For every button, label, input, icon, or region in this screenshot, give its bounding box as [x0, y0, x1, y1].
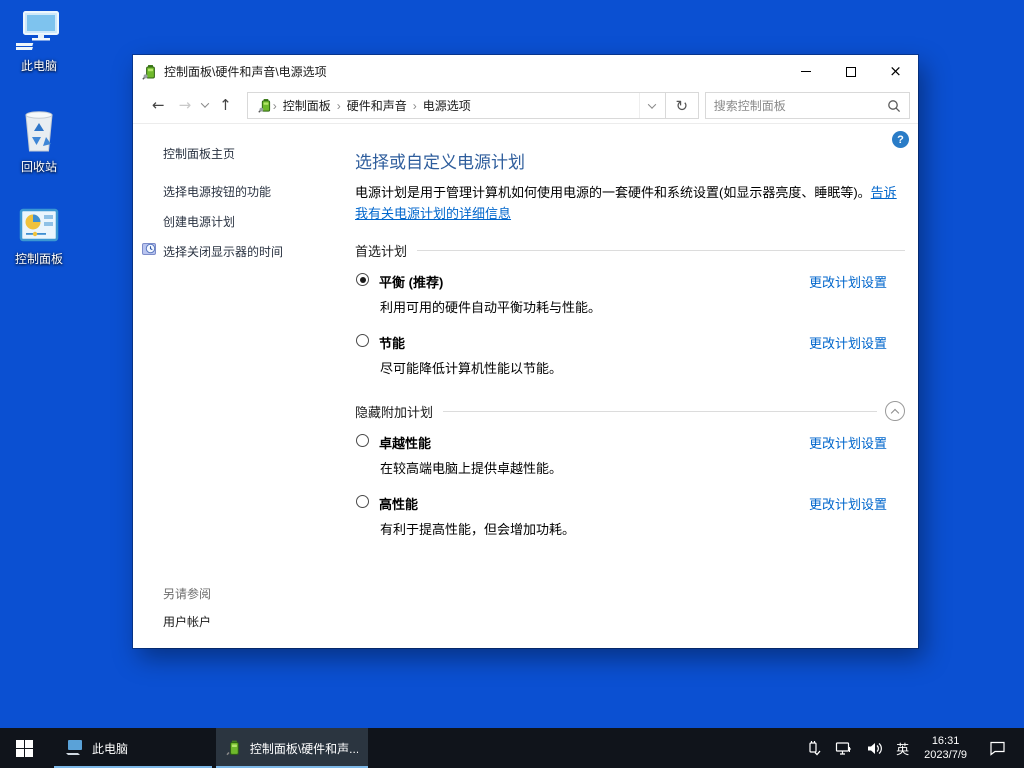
page-description: 电源计划是用于管理计算机如何使用电源的一套硬件和系统设置(如显示器亮度、睡眠等)…	[355, 182, 905, 224]
desktop-icon-label: 控制面板	[14, 252, 63, 266]
plan-row-ultimate-performance: 卓越性能 更改计划设置	[355, 433, 905, 452]
usb-device-icon[interactable]	[806, 740, 821, 756]
close-icon: ×	[889, 62, 902, 80]
plan-name[interactable]: 卓越性能	[379, 433, 431, 452]
power-options-icon	[226, 740, 239, 756]
control-panel-window: 控制面板\硬件和声音\电源选项 × ← → ↑ › 控制面板 › 硬件和声音 ›…	[133, 55, 918, 648]
description-text: 电源计划是用于管理计算机如何使用电源的一套硬件和系统设置(如显示器亮度、睡眠等)…	[355, 185, 871, 200]
power-options-icon	[142, 64, 155, 80]
ime-language-indicator[interactable]: 英	[896, 739, 909, 758]
network-icon[interactable]	[835, 741, 852, 756]
change-plan-settings-link[interactable]: 更改计划设置	[809, 494, 887, 513]
radio-power-saver[interactable]	[356, 334, 369, 347]
plan-description: 尽可能降低计算机性能以节能。	[380, 361, 563, 376]
up-button[interactable]: ↑	[212, 98, 239, 113]
plan-description: 有利于提高性能，但会增加功耗。	[380, 522, 576, 537]
section-divider	[443, 410, 877, 412]
chevron-down-icon	[647, 99, 657, 109]
navigation-bar: ← → ↑ › 控制面板 › 硬件和声音 › 电源选项 ↻	[133, 88, 918, 124]
section-divider	[417, 250, 905, 251]
window-title: 控制面板\硬件和声音\电源选项	[164, 65, 327, 79]
plan-name[interactable]: 平衡 (推荐)	[379, 272, 443, 291]
plan-description: 利用可用的硬件自动平衡功耗与性能。	[380, 300, 602, 315]
history-dropdown-icon[interactable]	[198, 98, 212, 111]
plan-row-balanced: 平衡 (推荐) 更改计划设置	[355, 272, 905, 291]
control-panel-icon	[19, 208, 59, 242]
desktop-icon-control-panel[interactable]: 控制面板	[1, 203, 77, 267]
power-options-icon	[258, 98, 270, 113]
desktop-icon-label: 回收站	[20, 160, 57, 174]
see-also-header: 另请参阅	[163, 587, 212, 601]
plan-name[interactable]: 节能	[379, 333, 405, 352]
change-plan-settings-link[interactable]: 更改计划设置	[809, 433, 887, 452]
collapse-section-button[interactable]	[885, 401, 905, 421]
sidebar: 控制面板主页 选择电源按钮的功能 创建电源计划 选择关闭显示器的时间 另请参阅 …	[133, 124, 355, 648]
section-label: 首选计划	[355, 244, 408, 259]
sidebar-item-power-buttons[interactable]: 选择电源按钮的功能	[163, 183, 355, 200]
clock-time: 16:31	[931, 735, 960, 747]
section-hidden-plans: 隐藏附加计划	[355, 401, 905, 421]
taskbar-task-control-panel[interactable]: 控制面板\硬件和声...	[216, 728, 368, 768]
change-plan-settings-link[interactable]: 更改计划设置	[809, 333, 887, 352]
main-pane: 选择或自定义电源计划 电源计划是用于管理计算机如何使用电源的一套硬件和系统设置(…	[355, 124, 905, 538]
task-label: 控制面板\硬件和声...	[249, 741, 358, 756]
maximize-icon	[845, 66, 856, 77]
radio-ultimate-performance[interactable]	[356, 434, 369, 447]
plan-row-power-saver: 节能 更改计划设置	[355, 333, 905, 352]
section-label: 隐藏附加计划	[355, 404, 434, 420]
sidebar-item-display-off-time[interactable]: 选择关闭显示器的时间	[142, 243, 355, 260]
see-also-section: 另请参阅 用户帐户	[163, 585, 211, 630]
this-pc-icon	[66, 740, 82, 755]
plan-name[interactable]: 高性能	[379, 494, 418, 513]
taskbar-clock[interactable]: 16:31 2023/7/9	[924, 734, 967, 762]
sidebar-item-label: 选择关闭显示器的时间	[163, 245, 284, 259]
maximize-button[interactable]	[828, 55, 873, 88]
window-content: ? 控制面板主页 选择电源按钮的功能 创建电源计划 选择关闭显示器的时间 另请参…	[133, 124, 918, 648]
plan-row-high-performance: 高性能 更改计划设置	[355, 494, 905, 513]
back-button[interactable]: ←	[145, 98, 172, 113]
page-title: 选择或自定义电源计划	[355, 153, 525, 172]
search-input[interactable]	[705, 98, 887, 113]
change-plan-settings-link[interactable]: 更改计划设置	[809, 272, 887, 291]
desktop-icon-this-pc[interactable]: 此电脑	[1, 10, 77, 74]
address-dropdown-button[interactable]	[638, 93, 665, 118]
radio-balanced[interactable]	[356, 273, 369, 286]
windows-logo-icon	[15, 739, 33, 757]
system-tray: 英 16:31 2023/7/9	[799, 728, 1024, 768]
search-box	[704, 92, 910, 119]
minimize-icon	[800, 71, 811, 72]
sidebar-item-control-panel-home[interactable]: 控制面板主页	[163, 145, 355, 162]
forward-button[interactable]: →	[172, 98, 199, 113]
recycle-bin-icon	[25, 111, 53, 152]
desktop-icon-label: 此电脑	[20, 59, 57, 73]
address-bar[interactable]: › 控制面板 › 硬件和声音 › 电源选项 ↻	[246, 92, 699, 119]
see-also-user-accounts[interactable]: 用户帐户	[163, 613, 211, 630]
section-preferred-plans: 首选计划	[355, 241, 905, 260]
breadcrumb-power-options[interactable]: 电源选项	[417, 97, 477, 114]
this-pc-icon	[16, 11, 59, 50]
breadcrumb: › 控制面板 › 硬件和声音 › 电源选项	[248, 97, 639, 114]
taskbar: 此电脑 控制面板\硬件和声... 英 16:31 2023/7/9	[0, 728, 1024, 768]
clock-date: 2023/7/9	[924, 749, 967, 761]
breadcrumb-hardware-sound[interactable]: 硬件和声音	[341, 97, 413, 114]
minimize-button[interactable]	[783, 55, 828, 88]
volume-icon[interactable]	[866, 741, 883, 756]
breadcrumb-control-panel[interactable]: 控制面板	[277, 97, 337, 114]
sidebar-item-create-power-plan[interactable]: 创建电源计划	[163, 213, 355, 230]
desktop-icon-recycle-bin[interactable]: 回收站	[1, 105, 77, 175]
refresh-button[interactable]: ↻	[664, 93, 698, 118]
action-center-icon[interactable]	[989, 740, 1006, 756]
taskbar-task-this-pc[interactable]: 此电脑	[54, 728, 212, 768]
plan-description: 在较高端电脑上提供卓越性能。	[380, 461, 563, 476]
radio-high-performance[interactable]	[356, 495, 369, 508]
search-icon[interactable]	[887, 99, 901, 113]
display-clock-icon	[142, 242, 157, 260]
start-button[interactable]	[0, 728, 48, 768]
close-button[interactable]: ×	[873, 55, 918, 88]
chevron-up-icon	[890, 408, 900, 417]
window-titlebar[interactable]: 控制面板\硬件和声音\电源选项 ×	[133, 55, 918, 88]
task-label: 此电脑	[92, 741, 129, 756]
